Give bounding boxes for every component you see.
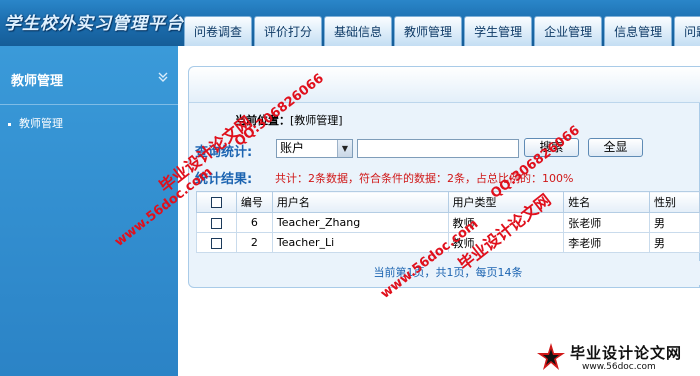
checkbox-icon[interactable] xyxy=(210,217,222,229)
checkbox-icon[interactable] xyxy=(210,197,222,208)
cell-id: 6 xyxy=(235,212,273,233)
panel-header xyxy=(189,67,700,103)
cell-user-type: 教师 xyxy=(447,232,565,253)
search-input[interactable] xyxy=(357,139,519,158)
footer-logo-url: www.56doc.com xyxy=(582,362,656,372)
footer-site-logo: 毕业设计论文网 www.56doc.com xyxy=(536,338,700,376)
nav-tab-student-mgmt[interactable]: 学生管理 xyxy=(464,16,533,46)
row-checkbox[interactable] xyxy=(196,212,237,233)
teacher-table: 编号 用户名 用户类型 姓名 性别 6 Teacher_Zhang 教师 张老师… xyxy=(196,191,700,253)
checkbox-icon[interactable] xyxy=(210,237,222,249)
cell-name: 李老师 xyxy=(563,232,651,253)
table-header-row: 编号 用户名 用户类型 姓名 性别 xyxy=(196,191,700,213)
stats-text: 共计：2条数据，符合条件的数据：2条，占总比例的：100% xyxy=(275,172,574,185)
cell-gender: 男 xyxy=(649,212,700,233)
search-button[interactable]: 搜索 xyxy=(524,138,579,157)
search-label: 查询统计: xyxy=(195,145,253,160)
nav-tab-info-mgmt[interactable]: 信息管理 xyxy=(604,16,673,46)
col-header-id[interactable]: 编号 xyxy=(235,191,273,213)
col-header-username[interactable]: 用户名 xyxy=(271,191,449,213)
sidebar-divider xyxy=(0,104,178,105)
sidebar-title: 教师管理 xyxy=(11,74,64,89)
cell-name: 张老师 xyxy=(563,212,651,233)
cell-username: Teacher_Li xyxy=(271,232,449,253)
star-logo-icon xyxy=(537,343,565,370)
row-checkbox[interactable] xyxy=(196,232,237,253)
app-logo: 学生校外实习管理平台 xyxy=(4,14,184,34)
breadcrumb-current: [教师管理] xyxy=(290,114,343,127)
cell-user-type: 教师 xyxy=(447,212,565,233)
col-header-name[interactable]: 姓名 xyxy=(563,191,651,213)
pagination-text: 当前第1页，共1页，每页14条 xyxy=(196,261,700,285)
nav-tab-teacher-mgmt[interactable]: 教师管理 xyxy=(394,16,463,46)
breadcrumb: 当前位置：[教师管理] xyxy=(235,112,343,128)
top-header: 学生校外实习管理平台 问卷调查 评价打分 基础信息 教师管理 学生管理 企业管理… xyxy=(0,0,700,46)
col-header-user-type[interactable]: 用户类型 xyxy=(447,191,565,213)
sidebar: 教师管理 教师管理 xyxy=(0,46,178,376)
sidebar-header[interactable]: 教师管理 xyxy=(0,64,178,94)
cell-gender: 男 xyxy=(649,232,700,253)
search-field-select-value: 账户 xyxy=(280,141,305,155)
table-row[interactable]: 6 Teacher_Zhang 教师 张老师 男 xyxy=(196,212,700,233)
dropdown-arrow-icon[interactable]: ▼ xyxy=(337,140,352,157)
cell-username: Teacher_Zhang xyxy=(271,212,449,233)
nav-tab-evaluation[interactable]: 评价打分 xyxy=(254,16,323,46)
bullet-icon xyxy=(8,122,11,126)
table-row[interactable]: 2 Teacher_Li 教师 李老师 男 xyxy=(196,232,700,253)
nav-tab-company-mgmt[interactable]: 企业管理 xyxy=(534,16,603,46)
footer-logo-title: 毕业设计论文网 xyxy=(570,344,683,362)
chevron-double-down-icon[interactable] xyxy=(156,70,170,84)
nav-tab-qa[interactable]: 问题答 xyxy=(674,16,700,46)
nav-tab-basic-info[interactable]: 基础信息 xyxy=(324,16,393,46)
col-header-gender[interactable]: 性别 xyxy=(649,191,700,213)
nav-tab-questionnaire[interactable]: 问卷调查 xyxy=(184,16,253,46)
top-nav: 问卷调查 评价打分 基础信息 教师管理 学生管理 企业管理 信息管理 问题答 xyxy=(184,16,700,46)
sidebar-item-label: 教师管理 xyxy=(19,117,63,130)
cell-id: 2 xyxy=(235,232,273,253)
sidebar-item-teacher-mgmt[interactable]: 教师管理 xyxy=(0,112,178,136)
select-all-checkbox[interactable] xyxy=(196,191,237,213)
show-all-button[interactable]: 全显 xyxy=(588,138,643,157)
search-field-select[interactable]: 账户 ▼ xyxy=(276,139,353,158)
breadcrumb-prefix: 当前位置： xyxy=(235,114,290,127)
stats-label: 统计结果: xyxy=(195,172,253,187)
